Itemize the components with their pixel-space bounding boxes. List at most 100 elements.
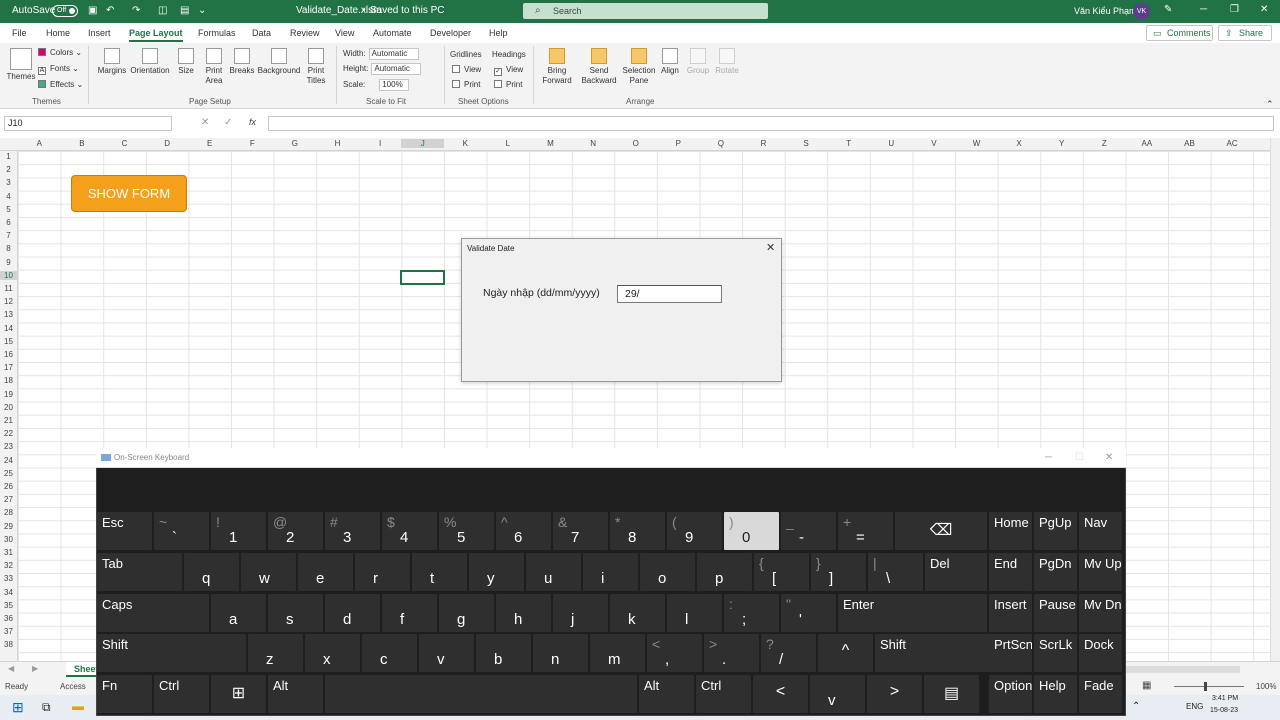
key-p[interactable]: p [697,553,752,591]
row-header-9[interactable]: 9 [0,258,17,267]
column-header-i[interactable]: I [359,139,402,148]
key-pause[interactable]: Pause [1034,594,1077,632]
key-mv-up[interactable]: Mv Up [1079,553,1122,591]
tab-home[interactable]: Home [46,28,70,38]
normal-view-icon[interactable]: ▦ [1142,680,1151,691]
file-explorer-icon[interactable]: ▬ [72,699,84,713]
height-dropdown[interactable]: Automatic [371,63,422,75]
key-esc[interactable]: Esc [97,512,152,550]
key-%3D[interactable]: + = [838,512,893,550]
row-header-28[interactable]: 28 [0,508,17,517]
key-%2F[interactable]: ? / [761,634,816,672]
key-space[interactable] [325,675,637,713]
align-button[interactable]: Align [658,48,682,76]
row-header-22[interactable]: 22 [0,429,17,438]
task-view-icon[interactable]: ⧉ [42,700,51,715]
key-s[interactable]: s [268,594,323,632]
redo-icon[interactable]: ↷ [132,5,140,16]
key-%60[interactable]: ~ ` [154,512,209,550]
row-header-27[interactable]: 27 [0,495,17,504]
selected-cell[interactable] [400,270,445,285]
tab-file[interactable]: File [12,28,27,38]
key-7[interactable]: & 7 [553,512,608,550]
key-shift[interactable]: Shift [97,634,246,672]
row-header-2[interactable]: 2 [0,165,17,174]
themes-button[interactable]: Themes [6,48,36,82]
row-header-38[interactable]: 38 [0,640,17,649]
column-header-w[interactable]: W [955,139,998,148]
key-z[interactable]: z [248,634,303,672]
key-%E2%96%A4[interactable]: ▤ [924,675,979,713]
key-9[interactable]: (9 [667,512,722,550]
key--[interactable]: _ - [781,512,836,550]
fonts-button[interactable]: A Fonts ⌄ [38,64,79,75]
enter-icon[interactable]: ✓ [224,117,232,128]
osk-close-icon[interactable]: ✕ [1105,452,1113,463]
key-k[interactable]: k [610,594,665,632]
row-header-23[interactable]: 23 [0,442,17,451]
column-header-z[interactable]: Z [1083,139,1126,148]
key-alt[interactable]: Alt [639,675,694,713]
row-header-32[interactable]: 32 [0,561,17,570]
key-fade[interactable]: Fade [1079,675,1122,713]
tray-icon[interactable]: ⌃ [1132,701,1140,712]
row-header-29[interactable]: 29 [0,522,17,531]
accessibility-status[interactable]: Access [60,682,86,691]
key-nav[interactable]: Nav [1079,512,1122,550]
width-dropdown[interactable]: Automatic [368,48,419,60]
breaks-button[interactable]: Breaks [228,48,256,76]
print-titles-button[interactable]: Print Titles [302,48,330,86]
key-x[interactable]: x [305,634,360,672]
column-header-v[interactable]: V [913,139,956,148]
column-header-e[interactable]: E [188,139,231,148]
key-6[interactable]: ^ 6 [496,512,551,550]
effects-button[interactable]: Effects ⌄ [38,80,83,89]
key-mv-dn[interactable]: Mv Dn [1079,594,1122,632]
language-indicator[interactable]: ENG [1186,702,1203,711]
undo-icon[interactable]: ↶ [106,5,114,16]
key-.[interactable]: >. [704,634,759,672]
column-header-k[interactable]: K [444,139,487,148]
key-end[interactable]: End [989,553,1032,591]
key-0[interactable]: ) 0 [724,512,779,550]
row-header-13[interactable]: 13 [0,310,17,319]
key-pgup[interactable]: PgUp [1034,512,1077,550]
pen-icon[interactable]: ✎ [1164,4,1172,15]
search-box[interactable]: ⌕ Search [523,3,768,19]
autosave-toggle[interactable]: Off [52,5,78,17]
column-header-l[interactable]: L [487,139,530,148]
column-header-h[interactable]: H [316,139,359,148]
row-header-14[interactable]: 14 [0,324,17,333]
form-icon[interactable]: ▤ [180,5,189,16]
column-header-u[interactable]: U [870,139,913,148]
key-b[interactable]: b [476,634,531,672]
row-header-31[interactable]: 31 [0,548,17,557]
key-ctrl[interactable]: Ctrl [154,675,209,713]
row-header-4[interactable]: 4 [0,192,17,201]
formula-input[interactable] [268,116,1274,131]
column-header-o[interactable]: O [614,139,657,148]
key-%5C[interactable]: | \ [868,553,923,591]
row-header-12[interactable]: 12 [0,297,17,306]
row-header-30[interactable]: 30 [0,535,17,544]
key-pgdn[interactable]: PgDn [1034,553,1077,591]
column-header-s[interactable]: S [785,139,828,148]
tab-page-layout[interactable]: Page Layout [129,28,183,42]
row-header-33[interactable]: 33 [0,574,17,583]
colors-button[interactable]: Colors ⌄ [38,48,82,57]
key-help[interactable]: Help [1034,675,1077,713]
row-header-25[interactable]: 25 [0,469,17,478]
key-y[interactable]: y [469,553,524,591]
key-a[interactable]: a [211,594,266,632]
share-button[interactable]: ⇪ Share [1218,25,1272,41]
group-button[interactable]: Group [684,48,712,76]
key-f[interactable]: f [382,594,437,632]
column-header-x[interactable]: X [998,139,1041,148]
send-backward-button[interactable]: Send Backward [577,48,621,86]
tab-formulas[interactable]: Formulas [198,28,236,38]
save-icon[interactable]: ▣ [88,5,97,16]
key-dock[interactable]: Dock [1079,634,1122,672]
tab-data[interactable]: Data [252,28,271,38]
column-header-ab[interactable]: AB [1168,139,1211,148]
dialog-close-icon[interactable]: ✕ [766,241,775,254]
